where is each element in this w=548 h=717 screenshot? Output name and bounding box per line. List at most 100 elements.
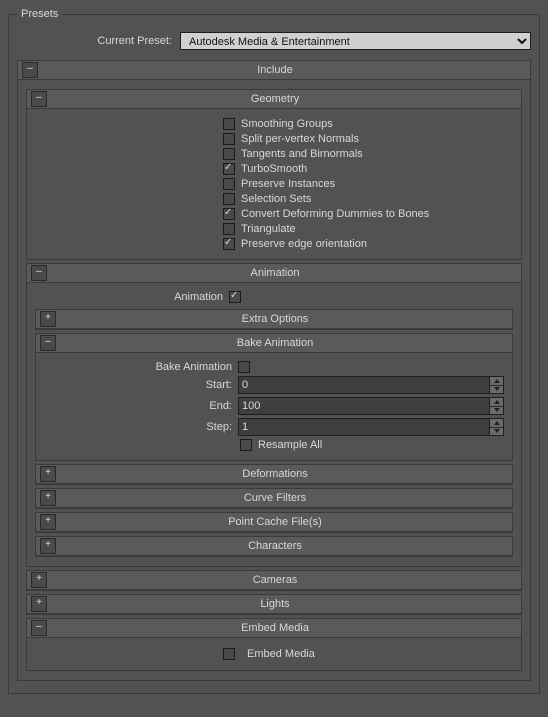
rollup-bake-animation: – Bake Animation Bake Animation Start: xyxy=(35,333,513,461)
toggle-point-cache[interactable]: + xyxy=(40,514,56,530)
checkbox-turbosmooth[interactable] xyxy=(223,163,235,175)
spinner-down-icon[interactable] xyxy=(490,407,503,415)
rollup-bake-animation-title: Bake Animation xyxy=(60,337,512,349)
rollup-curve-filters-title: Curve Filters xyxy=(60,492,512,504)
label-turbosmooth: TurboSmooth xyxy=(241,163,307,175)
rollup-point-cache: + Point Cache File(s) xyxy=(35,512,513,533)
toggle-embed-media[interactable]: – xyxy=(31,620,47,636)
rollup-deformations: + Deformations xyxy=(35,464,513,485)
bake-step-label: Step: xyxy=(42,421,238,433)
rollup-curve-filters-head[interactable]: + Curve Filters xyxy=(36,489,512,508)
rollup-characters: + Characters xyxy=(35,536,513,557)
bake-start-label: Start: xyxy=(42,379,238,391)
toggle-deformations[interactable]: + xyxy=(40,466,56,482)
rollup-include: – Include – Geometry Smoothing Groups xyxy=(17,60,531,681)
animation-enable-label: Animation xyxy=(33,291,229,303)
rollup-embed-media: – Embed Media Embed Media xyxy=(26,618,522,671)
rollup-extra-options-head[interactable]: + Extra Options xyxy=(36,310,512,329)
checkbox-animation-enable[interactable] xyxy=(229,291,241,303)
spinner-down-icon[interactable] xyxy=(490,386,503,394)
rollup-extra-options-title: Extra Options xyxy=(60,313,512,325)
presets-legend: Presets xyxy=(17,8,62,20)
checkbox-preserve-instances[interactable] xyxy=(223,178,235,190)
animation-enable-row: Animation xyxy=(33,291,515,303)
rollup-characters-head[interactable]: + Characters xyxy=(36,537,512,556)
toggle-include[interactable]: – xyxy=(22,62,38,78)
rollup-characters-title: Characters xyxy=(60,540,512,552)
rollup-lights-head[interactable]: + Lights xyxy=(27,595,521,614)
rollup-lights: + Lights xyxy=(26,594,522,615)
spinner-up-icon[interactable] xyxy=(490,377,503,386)
label-split-per-vertex-normals: Split per-vertex Normals xyxy=(241,133,359,145)
rollup-embed-media-title: Embed Media xyxy=(51,622,521,634)
geometry-option-row: Split per-vertex Normals xyxy=(33,133,515,145)
geometry-option-row: Selection Sets xyxy=(33,193,515,205)
checkbox-selection-sets[interactable] xyxy=(223,193,235,205)
bake-end-input[interactable] xyxy=(238,397,490,415)
rollup-embed-media-head[interactable]: – Embed Media xyxy=(27,619,521,638)
label-selection-sets: Selection Sets xyxy=(241,193,311,205)
rollup-include-title: Include xyxy=(42,64,530,76)
label-preserve-instances: Preserve Instances xyxy=(241,178,335,190)
embed-media-option-row: Embed Media xyxy=(33,648,515,660)
checkbox-triangulate[interactable] xyxy=(223,223,235,235)
label-triangulate: Triangulate xyxy=(241,223,296,235)
geometry-option-row: Preserve Instances xyxy=(33,178,515,190)
checkbox-embed-media[interactable] xyxy=(223,648,235,660)
spinner-down-icon[interactable] xyxy=(490,428,503,436)
rollup-geometry-title: Geometry xyxy=(51,93,521,105)
spinner-up-icon[interactable] xyxy=(490,398,503,407)
bake-start-input[interactable] xyxy=(238,376,490,394)
bake-end-row: End: xyxy=(42,397,506,415)
rollup-cameras-title: Cameras xyxy=(51,574,521,586)
bake-animation-label: Bake Animation xyxy=(42,361,238,373)
bake-start-spinner xyxy=(490,376,504,394)
rollup-cameras-head[interactable]: + Cameras xyxy=(27,571,521,590)
rollup-geometry: – Geometry Smoothing Groups Split per-ve… xyxy=(26,89,522,260)
checkbox-split-per-vertex-normals[interactable] xyxy=(223,133,235,145)
checkbox-preserve-edge-orientation[interactable] xyxy=(223,238,235,250)
rollup-animation-head[interactable]: – Animation xyxy=(27,264,521,283)
checkbox-smoothing-groups[interactable] xyxy=(223,118,235,130)
current-preset-row: Current Preset: Autodesk Media & Enterta… xyxy=(17,32,531,50)
label-embed-media-option: Embed Media xyxy=(247,648,315,660)
geometry-option-row: Preserve edge orientation xyxy=(33,238,515,250)
label-smoothing-groups: Smoothing Groups xyxy=(241,118,333,130)
rollup-geometry-head[interactable]: – Geometry xyxy=(27,90,521,109)
bake-end-spinner-wrap xyxy=(238,397,504,415)
rollup-point-cache-head[interactable]: + Point Cache File(s) xyxy=(36,513,512,532)
geometry-option-row: Smoothing Groups xyxy=(33,118,515,130)
toggle-characters[interactable]: + xyxy=(40,538,56,554)
rollup-bake-animation-head[interactable]: – Bake Animation xyxy=(36,334,512,353)
toggle-lights[interactable]: + xyxy=(31,596,47,612)
checkbox-convert-deforming-dummies[interactable] xyxy=(223,208,235,220)
current-preset-label: Current Preset: xyxy=(17,35,180,47)
toggle-curve-filters[interactable]: + xyxy=(40,490,56,506)
current-preset-select[interactable]: Autodesk Media & Entertainment xyxy=(180,32,531,50)
bake-step-spinner-wrap xyxy=(238,418,504,436)
label-resample-all: Resample All xyxy=(258,439,322,451)
resample-row: Resample All xyxy=(42,439,506,451)
rollup-extra-options: + Extra Options xyxy=(35,309,513,330)
rollup-include-head[interactable]: – Include xyxy=(18,61,530,80)
checkbox-bake-animation[interactable] xyxy=(238,361,250,373)
bake-start-spinner-wrap xyxy=(238,376,504,394)
bake-step-input[interactable] xyxy=(238,418,490,436)
toggle-geometry[interactable]: – xyxy=(31,91,47,107)
spinner-up-icon[interactable] xyxy=(490,419,503,428)
toggle-animation[interactable]: – xyxy=(31,265,47,281)
toggle-cameras[interactable]: + xyxy=(31,572,47,588)
rollup-animation: – Animation Animation + Extra Option xyxy=(26,263,522,567)
checkbox-resample-all[interactable] xyxy=(240,439,252,451)
toggle-extra-options[interactable]: + xyxy=(40,311,56,327)
presets-group: Presets Current Preset: Autodesk Media &… xyxy=(8,8,540,694)
rollup-deformations-title: Deformations xyxy=(60,468,512,480)
rollup-deformations-head[interactable]: + Deformations xyxy=(36,465,512,484)
checkbox-tangents-binormals[interactable] xyxy=(223,148,235,160)
label-tangents-binormals: Tangents and Birnormals xyxy=(241,148,363,160)
label-preserve-edge-orientation: Preserve edge orientation xyxy=(241,238,367,250)
bake-step-spinner xyxy=(490,418,504,436)
geometry-option-row: Triangulate xyxy=(33,223,515,235)
toggle-bake-animation[interactable]: – xyxy=(40,335,56,351)
rollup-curve-filters: + Curve Filters xyxy=(35,488,513,509)
